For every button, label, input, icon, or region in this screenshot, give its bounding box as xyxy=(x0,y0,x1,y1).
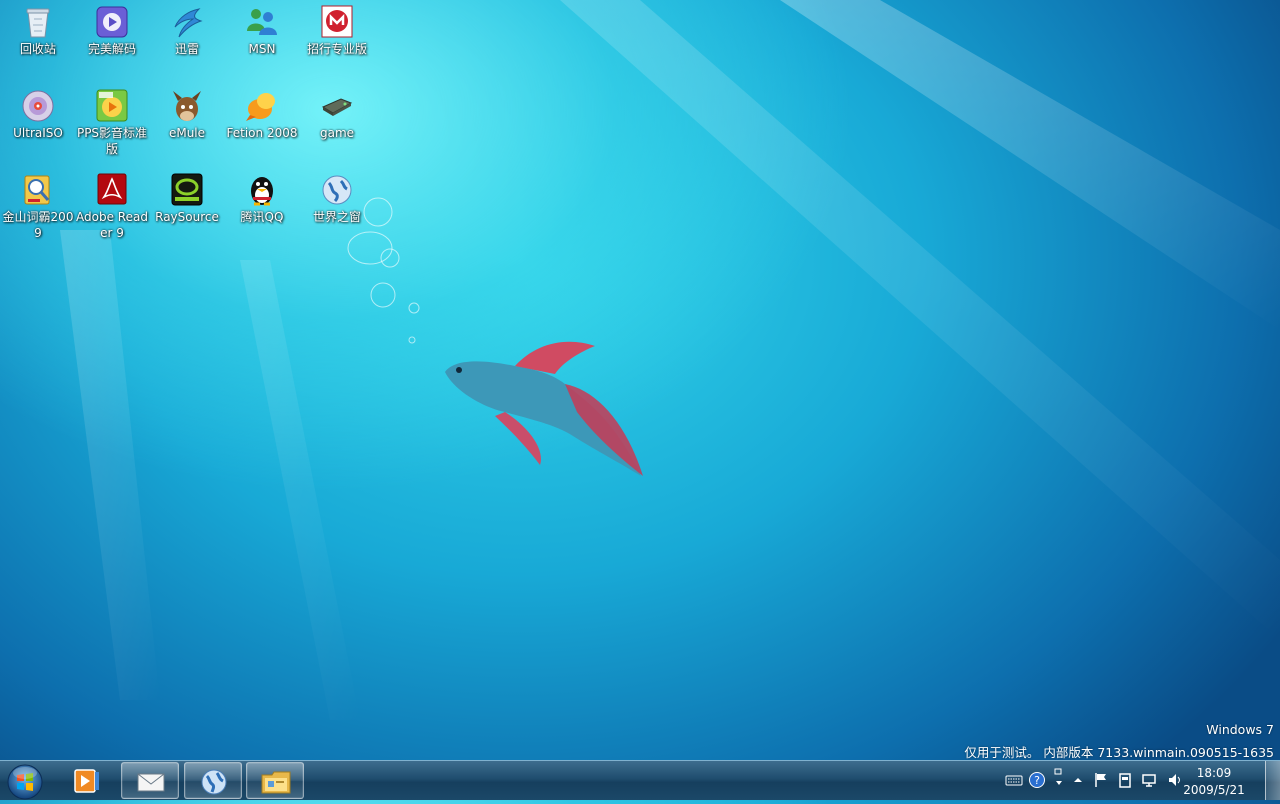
desktop-icon-label: Adobe Reader 9 xyxy=(76,210,148,240)
desktop-icon-label: eMule xyxy=(168,126,206,140)
desktop-icon-raysource[interactable]: RaySource xyxy=(149,168,225,225)
desktop-icon-label: 腾讯QQ xyxy=(240,210,284,224)
folder-explorer-icon xyxy=(261,771,291,794)
desktop-icon-cmb[interactable]: 招行专业版 xyxy=(299,0,375,57)
dictionary-icon xyxy=(24,175,50,205)
desktop-icon-label: 金山词霸2009 xyxy=(2,210,74,240)
network-icon[interactable] xyxy=(1141,771,1159,789)
device-icon[interactable] xyxy=(1116,771,1134,789)
disc-icon xyxy=(22,90,54,122)
desktop-icon-label: 完美解码 xyxy=(87,42,136,56)
world-browser-icon xyxy=(322,175,352,205)
cmb-bank-icon xyxy=(321,5,353,38)
fetion-icon xyxy=(246,93,275,121)
betta-fish xyxy=(445,341,643,476)
msn-messenger-icon xyxy=(247,9,277,35)
pps-player-icon xyxy=(96,89,128,122)
desktop-icon-label: 迅雷 xyxy=(174,42,199,56)
desktop-icon-recycle-bin[interactable]: 回收站 xyxy=(0,0,76,57)
desktop-icon-fetion[interactable]: Fetion 2008 xyxy=(224,84,300,141)
media-player-icon xyxy=(96,6,128,38)
game-drive-icon xyxy=(321,98,353,116)
raysource-icon xyxy=(171,173,203,206)
start-button[interactable] xyxy=(4,762,46,800)
taskbar-button-browser[interactable] xyxy=(184,762,242,799)
clock-date: 2009/5/21 xyxy=(1183,783,1245,797)
desktop-icon-label: Fetion 2008 xyxy=(226,126,298,140)
desktop-icon-game[interactable]: game xyxy=(299,84,375,141)
desktop-icon-pps[interactable]: PPS影音标准版 xyxy=(74,84,150,157)
windows-version-watermark: Windows 7 xyxy=(1206,722,1274,737)
show-hidden-icons-icon[interactable] xyxy=(1069,771,1087,789)
taskbar-button-mail[interactable] xyxy=(121,762,179,799)
clock[interactable]: 18:09 2009/5/21 xyxy=(1174,765,1254,799)
svg-text:?: ? xyxy=(1034,774,1040,787)
desktop-icon-thunder[interactable]: 迅雷 xyxy=(149,0,225,57)
desktop-icon-label: game xyxy=(319,126,355,140)
thunder-download-icon xyxy=(174,8,203,38)
desktop-icon-theworld-browser[interactable]: 世界之窗 xyxy=(299,168,375,225)
taskbar-button-media-player[interactable] xyxy=(58,762,116,799)
globe-browser-icon xyxy=(201,769,227,795)
taskbar-button-explorer[interactable] xyxy=(246,762,304,799)
desktop-icon-wanmei-decoder[interactable]: 完美解码 xyxy=(74,0,150,57)
desktop-icon-label: 回收站 xyxy=(19,42,56,56)
desktop-icon-label: 招行专业版 xyxy=(306,42,367,56)
show-desktop-button[interactable] xyxy=(1265,761,1280,800)
desktop-icon-emule[interactable]: eMule xyxy=(149,84,225,141)
clock-time: 18:09 xyxy=(1196,766,1232,780)
desktop-icon-msn[interactable]: MSN xyxy=(224,0,300,57)
keyboard-icon[interactable] xyxy=(1005,771,1023,789)
taskbar: ? 18:09 2009/5/21 xyxy=(0,760,1280,800)
desktop-icon-label: RaySource xyxy=(155,210,219,224)
qq-penguin-icon xyxy=(251,177,273,206)
windows-orb-icon xyxy=(7,764,43,800)
desktop-icon-kingsoft-dictionary[interactable]: 金山词霸2009 xyxy=(0,168,76,241)
desktop-icon-adobe-reader[interactable]: Adobe Reader 9 xyxy=(74,168,150,241)
build-info-watermark: 仅用于测试。 内部版本 7133.winmain.090515-1635 xyxy=(964,745,1274,760)
mail-envelope-icon xyxy=(137,773,165,792)
help-icon[interactable]: ? xyxy=(1028,771,1046,789)
desktop-icon-qq[interactable]: 腾讯QQ xyxy=(224,168,300,225)
adobe-reader-icon xyxy=(97,173,127,205)
desktop-icon-label: MSN xyxy=(248,42,276,56)
desktop-icon-ultraiso[interactable]: UltraISO xyxy=(0,84,76,141)
media-player-icon xyxy=(74,769,99,793)
notification-area: ? xyxy=(1000,761,1200,801)
desktop-icon-label: PPS影音标准版 xyxy=(76,126,148,156)
recycle-bin-icon xyxy=(26,8,50,38)
desktop-icon-label: 世界之窗 xyxy=(312,210,361,224)
desktop-icon-area: 回收站 完美解码 迅雷 MSN 招行专业版 UltraISO PPS影音标准版 … xyxy=(0,0,400,260)
language-bar-icon[interactable] xyxy=(1050,767,1068,785)
desktop-icon-label: UltraISO xyxy=(13,126,63,140)
action-center-flag-icon[interactable] xyxy=(1092,771,1110,789)
emule-mule-icon xyxy=(173,91,201,121)
